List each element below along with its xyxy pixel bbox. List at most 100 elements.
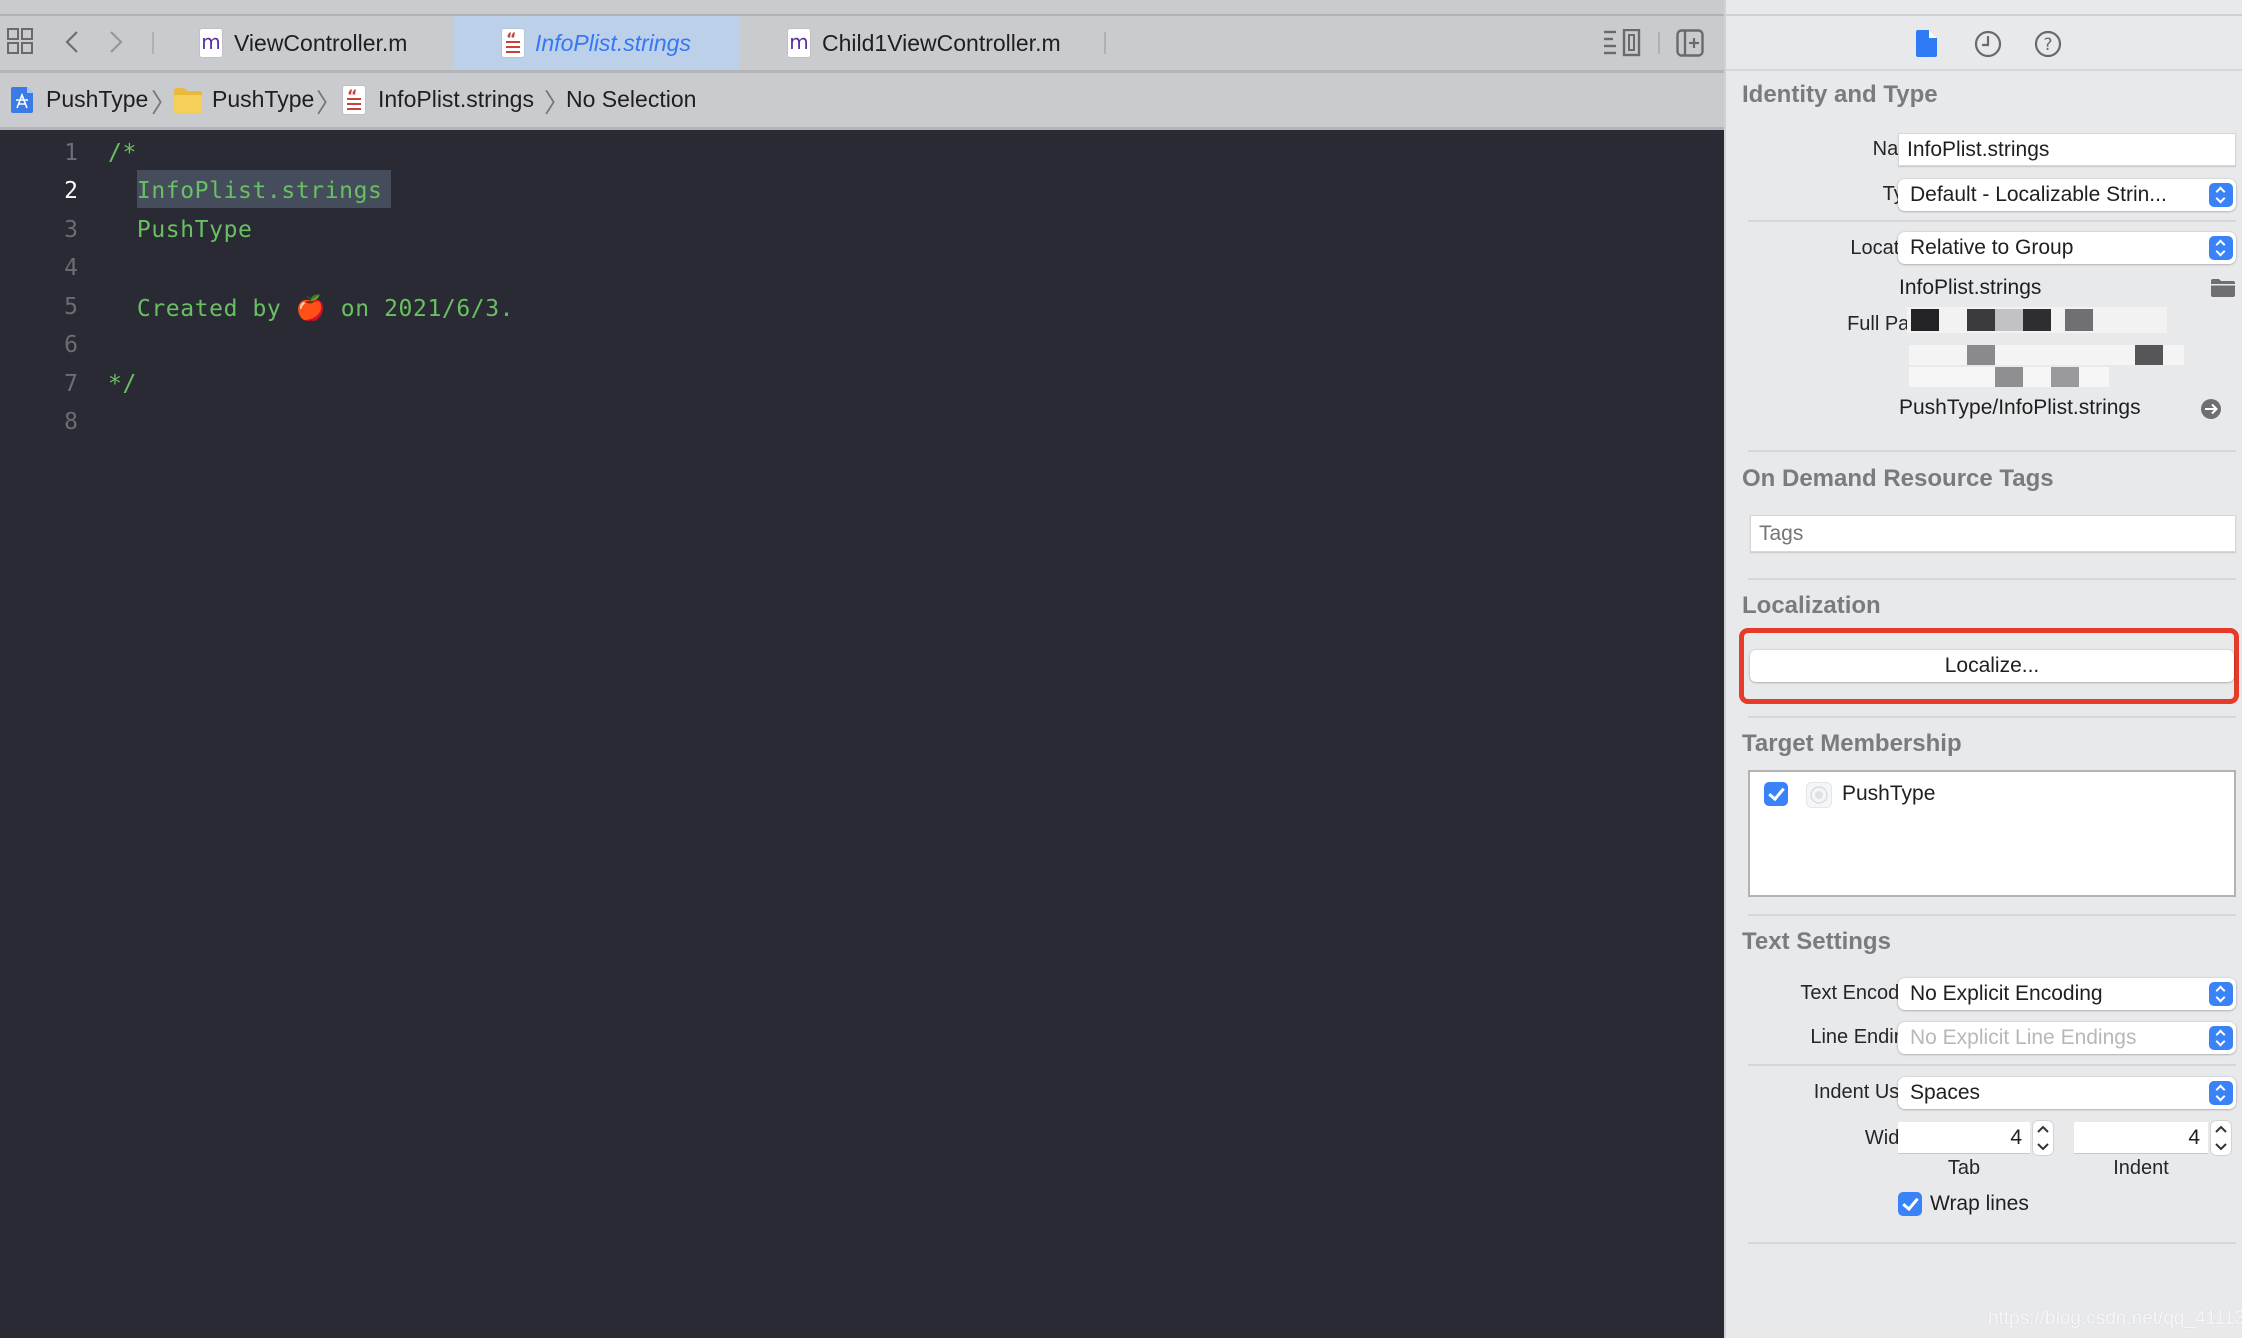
history-inspector-icon[interactable] <box>1974 30 2002 58</box>
breadcrumb-label: PushType <box>212 86 315 112</box>
section-title-identity: Identity and Type <box>1742 81 1938 108</box>
section-title-odr: On Demand Resource Tags <box>1742 465 2054 492</box>
divider <box>1748 578 2236 580</box>
indent-width-field[interactable]: 4 <box>2074 1122 2208 1154</box>
divider <box>1748 220 2236 222</box>
name-label: Name <box>1726 138 1926 161</box>
related-items-grid-icon[interactable] <box>7 28 33 54</box>
divider <box>1748 716 2236 718</box>
line-number: 7 <box>64 371 78 397</box>
breadcrumb-item-group[interactable]: PushType <box>170 73 320 127</box>
help-inspector-icon[interactable]: ? <box>2034 30 2062 58</box>
code-text: on 2021/6/3. <box>326 296 515 322</box>
text-encoding-value: No Explicit Encoding <box>1910 982 2103 1005</box>
target-checkbox-pushtype[interactable] <box>1764 782 1788 806</box>
popup-chevrons-icon <box>2209 1081 2233 1105</box>
tab-label: Child1ViewController.m <box>822 30 1061 56</box>
breadcrumb-item-no-selection[interactable]: No Selection <box>566 86 696 113</box>
tab-divider <box>1104 32 1106 54</box>
reveal-in-finder-arrow-icon[interactable] <box>2200 398 2222 420</box>
widths-label: Widths <box>1864 1127 1926 1149</box>
line-number-current: 2 <box>64 178 78 204</box>
indent-using-label: Indent Using <box>1813 1081 1926 1103</box>
app-target-icon <box>1806 782 1832 808</box>
source-editor[interactable]: 1 2 3 4 5 6 7 8 /* InfoPlist.strings Pus… <box>0 130 1724 1338</box>
tab-width-stepper[interactable] <box>2032 1120 2054 1156</box>
indent-caption: Indent <box>2113 1157 2169 1179</box>
indent-using-popup[interactable]: Spaces <box>1898 1077 2236 1109</box>
editor-options-icon[interactable] <box>1603 29 1641 57</box>
nav-divider <box>152 32 154 54</box>
divider <box>1748 914 2236 916</box>
file-inspector-panel: ? Identity and Type Name InfoPlist.strin… <box>1724 0 2242 1338</box>
line-number: 3 <box>64 217 78 243</box>
location-label: Location <box>1850 237 1926 259</box>
code-line: InfoPlist.strings <box>108 178 383 204</box>
objc-m-file-icon: m <box>200 29 222 57</box>
popup-chevrons-icon <box>2209 1026 2233 1050</box>
line-endings-popup[interactable]: No Explicit Line Endings <box>1898 1022 2236 1054</box>
redacted-path-mosaic <box>1899 305 2199 405</box>
forward-chevron-icon[interactable] <box>108 30 124 54</box>
line-endings-label: Line Endings <box>1810 1026 1926 1048</box>
breadcrumb: PushType 〉 PushType 〉 InfoPlist.strings … <box>0 73 1724 130</box>
line-number: 6 <box>64 332 78 358</box>
full-path-tail: PushType/InfoPlist.strings <box>1899 396 2141 419</box>
type-popup-value: Default - Localizable Strin... <box>1910 183 2167 206</box>
location-filename: InfoPlist.strings <box>1899 276 2042 299</box>
indent-width-stepper[interactable] <box>2210 1120 2232 1156</box>
line-number: 4 <box>64 255 78 281</box>
inspector-top-strip <box>1726 0 2242 16</box>
name-field[interactable]: InfoPlist.strings <box>1898 133 2236 166</box>
code-line: /* <box>108 140 137 166</box>
breadcrumb-item-project[interactable]: PushType <box>0 73 149 127</box>
breadcrumb-label: InfoPlist.strings <box>378 86 534 112</box>
file-inspector-icon[interactable] <box>1916 30 1938 57</box>
text-encoding-label: Text Encoding <box>1800 982 1926 1004</box>
choose-folder-icon[interactable] <box>2210 278 2236 298</box>
editor-tab-bar: m ViewController.m InfoPlist.strings m C… <box>0 16 1724 73</box>
tab-label: ViewController.m <box>234 30 408 56</box>
line-number: 1 <box>64 140 78 166</box>
tab-label: InfoPlist.strings <box>535 30 691 56</box>
section-title-localization: Localization <box>1742 592 1881 619</box>
back-chevron-icon[interactable] <box>64 30 80 54</box>
section-title-target-membership: Target Membership <box>1742 730 1962 757</box>
divider <box>1726 69 2242 71</box>
code-line: PushType <box>108 217 253 243</box>
tab-infoplist-strings[interactable]: InfoPlist.strings <box>454 16 740 70</box>
text-encoding-popup[interactable]: No Explicit Encoding <box>1898 978 2236 1010</box>
localize-button[interactable]: Localize... <box>1750 650 2234 682</box>
tab-caption: Tab <box>1947 1157 1981 1179</box>
wrap-lines-label[interactable]: Wrap lines <box>1930 1192 2029 1216</box>
target-name: PushType <box>1842 782 1936 805</box>
tab-child1viewcontroller-m[interactable]: m Child1ViewController.m <box>740 16 1106 70</box>
popup-chevrons-icon <box>2209 236 2233 260</box>
line-number: 5 <box>64 294 78 320</box>
icon-divider <box>1658 32 1660 54</box>
code-text: Created by <box>108 296 296 322</box>
breadcrumb-item-file[interactable]: InfoPlist.strings <box>340 73 545 127</box>
code-line: */ <box>108 371 137 397</box>
window-top-strip <box>0 0 1724 16</box>
type-label: Type <box>1726 183 1926 206</box>
breadcrumb-label: PushType <box>46 86 149 112</box>
location-popup[interactable]: Relative to Group <box>1898 232 2236 264</box>
section-title-text-settings: Text Settings <box>1742 928 1891 955</box>
breadcrumb-separator: 〉 <box>316 89 343 119</box>
type-popup[interactable]: Default - Localizable Strin... <box>1898 179 2236 211</box>
apple-emoji-icon: 🍎 <box>295 294 327 322</box>
svg-text:?: ? <box>2043 35 2052 55</box>
indent-using-value: Spaces <box>1910 1081 1981 1104</box>
tab-viewcontroller-m[interactable]: m ViewController.m <box>170 16 440 70</box>
add-editor-icon[interactable] <box>1676 29 1704 57</box>
line-endings-value: No Explicit Line Endings <box>1910 1026 2137 1049</box>
divider <box>1748 450 2236 452</box>
location-popup-value: Relative to Group <box>1910 236 2074 259</box>
wrap-lines-checkbox[interactable] <box>1898 1192 1922 1216</box>
tags-input[interactable] <box>1750 515 2236 552</box>
line-number: 8 <box>64 409 78 435</box>
popup-chevrons-icon <box>2209 183 2233 207</box>
watermark-text: https://blog.csdn.net/qq_41113499 <box>1988 1308 2242 1329</box>
tab-width-field[interactable]: 4 <box>1898 1122 2030 1154</box>
